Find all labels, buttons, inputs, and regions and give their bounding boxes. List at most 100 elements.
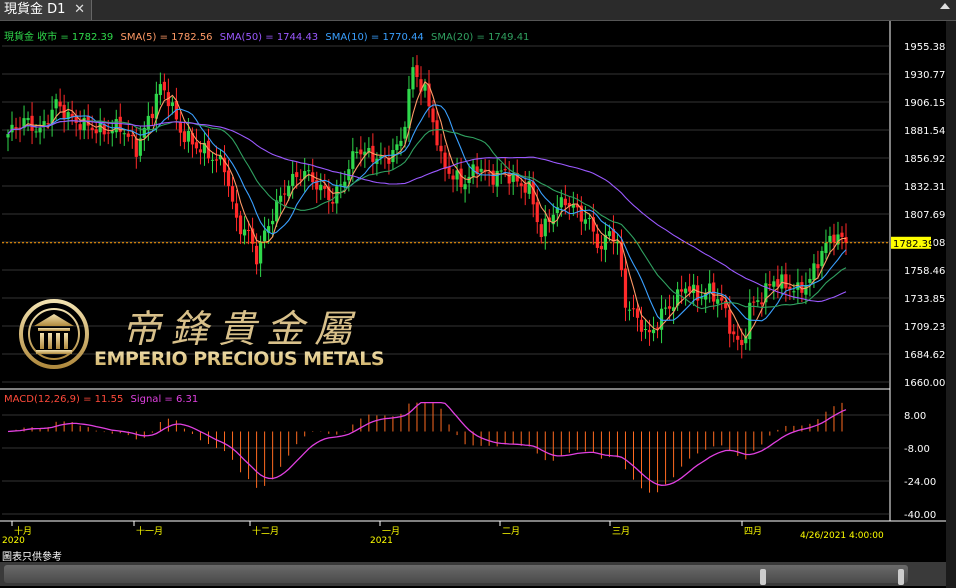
candle-body <box>138 138 142 156</box>
candle-body <box>607 231 612 237</box>
candle-body <box>26 117 30 121</box>
candle-body <box>435 120 439 146</box>
candle-body <box>291 173 295 186</box>
candle-body <box>587 217 591 219</box>
legend-sma50: SMA(50) = 1744.43 <box>219 32 319 43</box>
candle-body <box>6 134 10 138</box>
candle-body <box>399 140 403 146</box>
horizontal-scrollbar[interactable] <box>0 562 946 586</box>
candle-body <box>283 193 287 195</box>
candle-body <box>736 335 740 340</box>
price-tick-label: 1856.92 <box>904 154 945 165</box>
candle-body <box>663 307 668 309</box>
candle-body <box>543 218 547 237</box>
price-tick-label: 1955.38 <box>904 42 945 53</box>
candle-body <box>535 202 539 223</box>
candle-body <box>595 233 600 248</box>
candle-body <box>106 132 110 134</box>
candle-body <box>126 133 130 137</box>
date-year-label: 2020 <box>2 536 25 546</box>
candle-body <box>238 215 243 235</box>
right-scroll-track[interactable] <box>946 21 956 588</box>
price-tick-label: 1733.85 <box>904 294 945 305</box>
candle-body <box>198 149 203 153</box>
price-tick-label: 1758.46 <box>904 266 945 277</box>
candle-body <box>820 250 824 267</box>
candle-body <box>463 184 467 190</box>
candle-body <box>355 151 359 154</box>
candle-body <box>259 242 263 264</box>
candle-body <box>214 159 219 161</box>
candle-body <box>732 331 736 335</box>
candle-body <box>768 283 772 286</box>
tab-bar: 現貨金 D1 ✕ <box>0 0 956 21</box>
candle-body <box>254 245 259 265</box>
scroll-grip-left-icon[interactable] <box>760 569 766 585</box>
candle-body <box>38 127 42 133</box>
candle-body <box>263 230 267 242</box>
candle-body <box>808 278 812 283</box>
candle-body <box>643 329 648 331</box>
candle-body <box>194 142 199 149</box>
macd-tick-label: -8.00 <box>904 444 930 455</box>
candle-body <box>359 149 363 155</box>
candle-body <box>351 151 355 169</box>
candle-body <box>451 175 455 180</box>
sma20-line <box>7 120 847 310</box>
candle-body <box>323 185 327 189</box>
candle-body <box>182 131 187 143</box>
candle-body <box>599 245 604 250</box>
candle-body <box>210 159 215 161</box>
candle-body <box>226 170 231 187</box>
candle-body <box>716 299 720 304</box>
scroll-up-icon[interactable] <box>940 3 950 9</box>
candle-body <box>804 285 808 295</box>
candle-body <box>583 219 587 224</box>
candle-body <box>275 200 279 222</box>
macd-tick-label: -40.00 <box>904 510 936 521</box>
tab-title: 現貨金 D1 <box>4 2 66 17</box>
scroll-grip-right-icon[interactable] <box>898 569 904 585</box>
candle-body <box>431 108 435 123</box>
candle-body <box>816 264 820 269</box>
candle-body <box>122 133 126 135</box>
tab-chart[interactable]: 現貨金 D1 ✕ <box>0 0 92 20</box>
candle-body <box>279 195 283 202</box>
candle-body <box>631 308 636 310</box>
candle-body <box>134 138 138 157</box>
logo-chinese: 帝鋒貴金屬 <box>122 307 363 351</box>
candle-body <box>246 229 251 231</box>
disclaimer-text: 圖表只供參考 <box>2 552 62 563</box>
price-tick-label: 1684.62 <box>904 350 945 361</box>
candle-body <box>519 183 523 187</box>
candle-body <box>146 115 150 130</box>
candle-body <box>728 309 732 334</box>
price-tick-label: 1660.00 <box>904 378 945 389</box>
price-tick-label: 1930.77 <box>904 70 945 81</box>
current-price-label: 1782.39 <box>893 239 934 250</box>
candle-body <box>403 126 407 139</box>
candle-body <box>635 308 640 318</box>
candle-body <box>812 263 816 281</box>
candle-body <box>415 65 419 77</box>
candle-body <box>234 203 239 218</box>
candle-body <box>58 101 62 107</box>
date-tick-label: 四月 <box>744 526 762 537</box>
candle-body <box>667 306 672 309</box>
candle-body <box>627 309 632 311</box>
candle-body <box>523 183 527 193</box>
scrollbar-thumb[interactable] <box>4 565 908 585</box>
candle-body <box>752 301 756 303</box>
candle-body <box>479 168 483 172</box>
candle-body <box>46 123 50 125</box>
candle-body <box>447 166 451 174</box>
candle-body <box>395 144 399 151</box>
close-icon[interactable]: ✕ <box>74 0 85 20</box>
candle-body <box>407 88 411 129</box>
date-last-label: 4/26/2021 4:00:00 <box>800 531 884 541</box>
candle-body <box>178 121 183 133</box>
candle-body <box>331 201 335 204</box>
candle-body <box>339 184 343 186</box>
candle-body <box>162 81 166 91</box>
sma50-line <box>7 120 847 303</box>
